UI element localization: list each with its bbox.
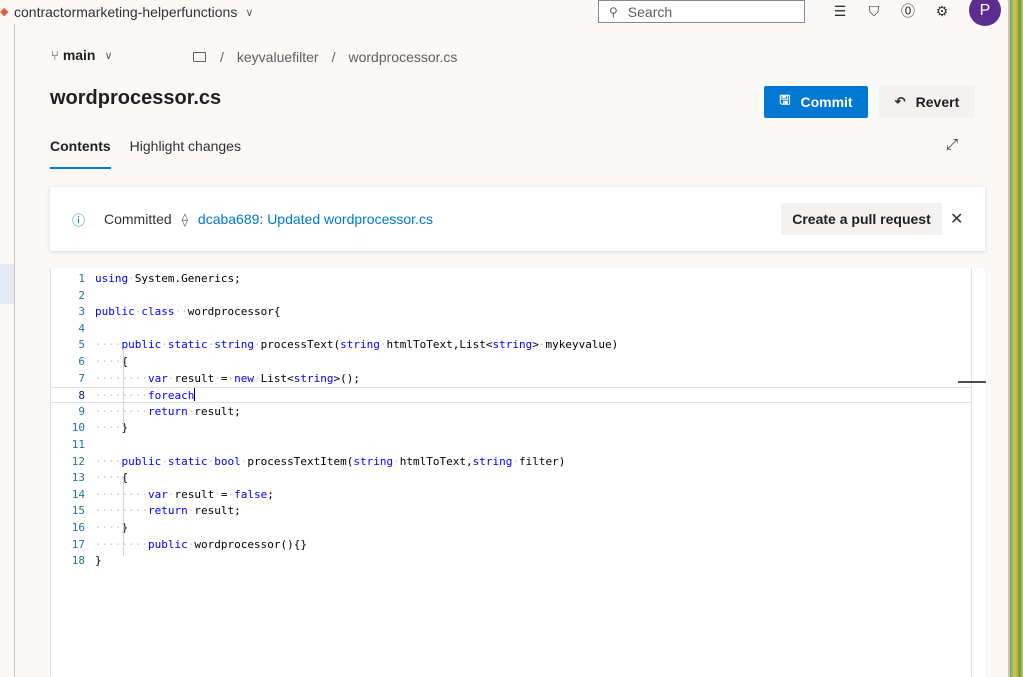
code-text[interactable]: ········var·result·=·new·List<string>(); [95,371,360,387]
branch-icon: ⑂ [51,47,59,63]
indent-guide [123,348,124,428]
line-number: 4 [78,321,85,335]
code-line[interactable]: 5 ····public·static·string·processText(st… [51,337,971,353]
search-placeholder: Search [627,3,673,20]
line-number: 8 [78,389,85,403]
breadcrumb-separator: / [220,49,224,65]
shopping-bag-icon[interactable]: ⛉ [865,2,883,20]
line-number: 5 [78,338,85,352]
folder-icon[interactable] [193,52,206,62]
tab-contents[interactable]: Contents [50,138,111,169]
commit-icon: ⟠ [181,211,189,227]
code-line[interactable]: 11 [51,437,971,453]
save-icon: 🖫 [779,92,791,107]
line-number: 16 [71,521,85,534]
commit-label: Commit [800,94,853,110]
desktop-background-strip [1008,0,1023,677]
code-text[interactable]: using·System.Generics; [95,271,241,287]
code-text[interactable]: ········foreach [95,388,196,404]
line-number: 15 [71,504,85,518]
code-text[interactable]: public·class··wordprocessor{ [95,304,280,320]
line-number: 2 [78,288,85,302]
top-bar: ◆ contractormarketing-helperfunctions ∨ [0,0,1008,24]
chevron-down-icon[interactable]: ∨ [245,6,253,19]
line-number: 7 [78,371,85,385]
code-text[interactable]: } [95,553,102,569]
search-input[interactable]: ⚲ Search [598,0,805,23]
line-number: 1 [78,272,85,285]
line-number: 14 [71,487,85,501]
chevron-down-icon: ∨ [104,49,113,62]
commit-banner: ⓘ Committed ⟠ dcaba689: Updated wordproc… [50,187,985,251]
line-number: 12 [71,454,85,468]
breadcrumb-separator: / [331,49,336,65]
code-text[interactable]: ····public·static·string·processText(str… [95,337,618,353]
code-line[interactable]: 4 [51,321,971,337]
code-text[interactable]: ········public·wordprocessor(){} [95,537,307,553]
project-logo-icon: ◆ [0,6,9,18]
commit-link[interactable]: dcaba689: Updated wordprocessor.cs [198,211,433,227]
info-icon: ⓘ [72,212,86,228]
code-text[interactable]: ········var·result·=·false; [95,487,274,503]
code-line[interactable]: 14 ········var·result·=·false; [51,487,971,503]
code-line[interactable]: 10 ····} [51,420,971,436]
view-tabs: Contents Highlight changes [50,138,260,169]
code-line[interactable]: 13 ····{ [51,470,971,486]
line-number: 9 [78,404,85,418]
breadcrumb-file[interactable]: wordprocessor.cs [348,49,457,65]
line-number: 17 [71,537,85,551]
code-text[interactable]: ········return·result; [95,404,241,420]
scrollbar-cursor-marker [958,381,986,383]
banner-status: Committed [104,210,172,227]
code-line[interactable]: 8 ········foreach [51,387,971,404]
code-editor[interactable]: 1 using·System.Generics; 2 3 public·class··w… [50,268,986,677]
code-line[interactable]: 17 ········public·wordprocessor(){} [51,537,971,553]
line-number: 13 [71,471,85,485]
undo-icon: ↶ [894,94,906,109]
line-number: 10 [71,421,85,435]
breadcrumb: / keyvaluefilter / wordprocessor.cs [193,49,470,65]
banner-message: Committed ⟠ dcaba689: Updated wordproces… [104,211,433,228]
project-name[interactable]: contractormarketing-helperfunctions [14,4,237,20]
task-list-icon[interactable]: ☰ [831,2,849,20]
branch-name: main [62,47,96,63]
code-line[interactable]: 2 [51,288,971,304]
revert-button[interactable]: ↶ Revert [879,86,975,118]
rail-selected-marker [0,264,14,304]
code-line[interactable]: 9 ········return·result; [51,404,971,420]
scrollbar[interactable] [971,268,986,677]
code-text[interactable]: ····public·static·bool·processTextItem(s… [95,454,565,470]
close-icon[interactable]: ✕ [950,209,963,229]
left-navigation-rail [0,24,15,677]
tab-highlight-changes[interactable]: Highlight changes [130,138,241,169]
code-line[interactable]: 1 using·System.Generics; [51,271,971,287]
code-line[interactable]: 7 ········var·result·=·new·List<string>()… [51,371,971,387]
user-settings-icon[interactable]: ⚙ [933,2,951,20]
commit-button[interactable]: 🖫 Commit [764,86,868,118]
help-icon[interactable]: ⓪ [899,2,917,20]
search-icon: ⚲ [609,4,618,19]
page-title: wordprocessor.cs [50,87,222,109]
line-number: 18 [71,554,85,568]
code-line[interactable]: 6 ····{ [51,354,971,370]
code-text[interactable]: ········return·result; [95,503,241,519]
indent-guide [123,476,124,556]
code-line[interactable]: 15 ········return·result; [51,503,971,519]
code-line[interactable]: 12 ····public·static·bool·processTextItem… [51,454,971,470]
revert-label: Revert [915,94,960,110]
code-line[interactable]: 3 public·class··wordprocessor{ [51,304,971,320]
branch-selector[interactable]: ⑂ main ∨ [51,47,113,63]
line-number: 11 [71,438,85,451]
line-number: 3 [78,305,85,319]
create-pull-request-button[interactable]: Create a pull request [781,203,942,235]
breadcrumb-folder[interactable]: keyvaluefilter [237,49,319,65]
code-line[interactable]: 18} [51,553,971,569]
expand-icon[interactable]: ⤢ [946,136,958,153]
line-number: 6 [78,355,85,368]
code-line[interactable]: 16 ····} [51,520,971,536]
